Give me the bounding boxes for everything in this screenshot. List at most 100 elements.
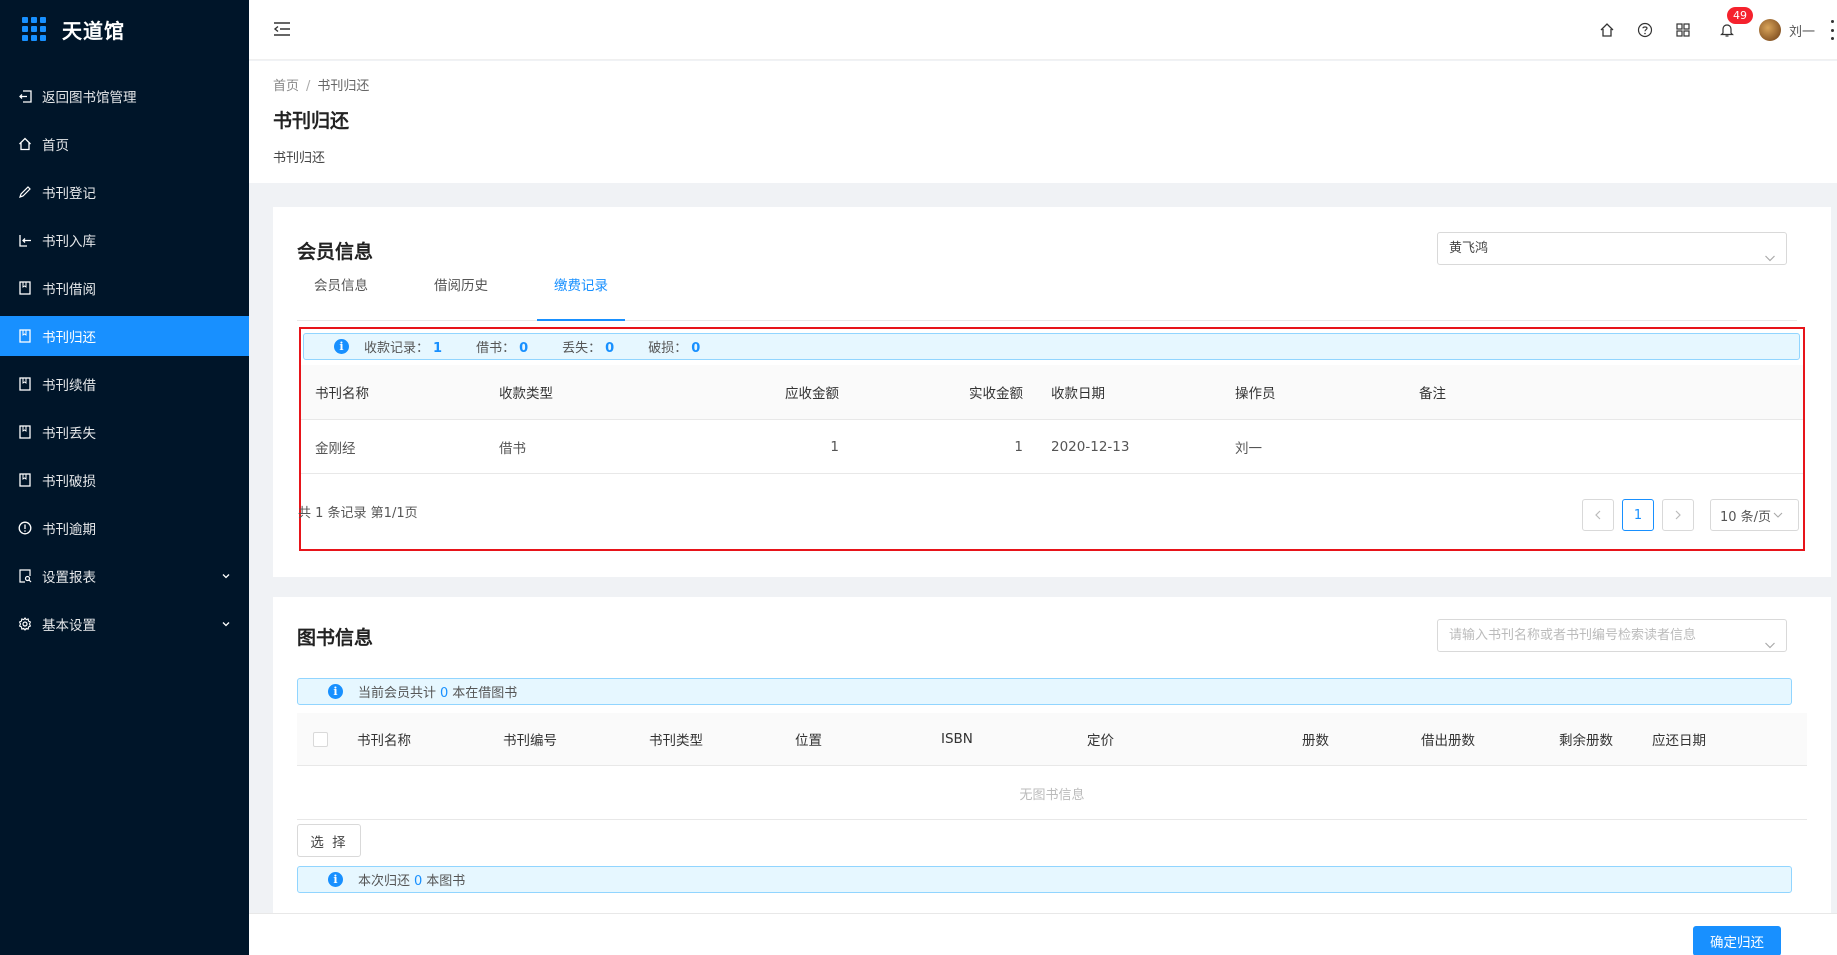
- empty-text: 无图书信息: [1019, 788, 1085, 803]
- sidebar-item-register[interactable]: 书刊登记: [0, 172, 249, 212]
- column-header: 借出册数: [1421, 733, 1475, 749]
- sidebar-item-label: 设置报表: [42, 570, 96, 586]
- breadcrumb-current: 书刊归还: [317, 79, 370, 94]
- sidebar-item-home[interactable]: 首页: [0, 124, 249, 164]
- column-header: ISBN: [941, 731, 973, 747]
- confirm-return-button[interactable]: 确定归还: [1693, 926, 1781, 955]
- gear-icon: [18, 617, 32, 631]
- member-tabs: 会员信息 借阅历史 缴费记录: [297, 273, 1797, 321]
- column-header: 书刊名称: [357, 733, 411, 749]
- cell-amount-due: 1: [830, 438, 839, 455]
- chevron-down-icon: [221, 569, 231, 585]
- chevron-left-icon: [1595, 510, 1601, 520]
- book-icon: [18, 329, 32, 343]
- column-header: 应还日期: [1652, 733, 1706, 749]
- book-search-select[interactable]: 请输入书刊名称或者书刊编号检索读者信息: [1437, 619, 1787, 652]
- column-header: 书刊类型: [649, 733, 703, 749]
- member-select[interactable]: 黄飞鸿: [1437, 232, 1787, 265]
- footer-bar: 确定归还: [249, 913, 1837, 955]
- username[interactable]: 刘一: [1789, 21, 1815, 40]
- summary-lost: 丢失： 0: [562, 341, 615, 356]
- sidebar-item-label: 书刊丢失: [42, 426, 96, 442]
- column-header: 定价: [1087, 733, 1114, 749]
- notification-bell[interactable]: 49: [1717, 7, 1753, 40]
- table-row[interactable]: 金刚经 借书 1 1 2020-12-13 刘一: [301, 420, 1803, 474]
- help-icon[interactable]: [1635, 20, 1655, 40]
- book-table-header: 书刊名称 书刊编号 书刊类型 位置 ISBN 定价 册数 借出册数 剩余册数 应…: [297, 713, 1807, 766]
- page-subtitle: 书刊归还: [273, 151, 326, 166]
- cell-payment-date: 2020-12-13: [1051, 438, 1130, 455]
- book-search-placeholder: 请输入书刊名称或者书刊编号检索读者信息: [1449, 628, 1697, 643]
- tab-borrow-history[interactable]: 借阅历史: [417, 273, 505, 321]
- column-header: 书刊名称: [315, 386, 369, 402]
- column-header: 剩余册数: [1559, 733, 1613, 749]
- report-icon: [18, 569, 32, 583]
- sidebar-item-label: 书刊归还: [42, 330, 96, 346]
- sidebar: 天道馆 返回图书馆管理 首页 书刊登记 书刊入库 书刊借阅 书刊归还 书刊续借 …: [0, 0, 249, 955]
- page-header: 首页 / 书刊归还 书刊归还 书刊归还: [249, 61, 1837, 183]
- sidebar-item-return[interactable]: 书刊归还: [0, 316, 249, 356]
- column-header: 书刊编号: [503, 733, 557, 749]
- book-card-title: 图书信息: [297, 627, 374, 649]
- header-actions: 49 刘一: [1579, 0, 1837, 60]
- summary-records: 收款记录： 1: [364, 341, 443, 356]
- sidebar-item-label: 首页: [42, 138, 69, 154]
- empty-row: 无图书信息: [297, 766, 1807, 820]
- book-info-card: 图书信息 请输入书刊名称或者书刊编号检索读者信息 i 当前会员共计 0 本在借图书 …: [273, 597, 1831, 915]
- sidebar-item-borrow[interactable]: 书刊借阅: [0, 268, 249, 308]
- sidebar-item-renew[interactable]: 书刊续借: [0, 364, 249, 404]
- prev-page-button[interactable]: [1582, 499, 1614, 531]
- chevron-down-icon: [1773, 512, 1783, 518]
- edit-icon: [18, 185, 32, 199]
- column-header: 收款日期: [1051, 386, 1105, 402]
- column-header: 操作员: [1235, 386, 1276, 402]
- app-grid-icon: [22, 17, 46, 41]
- breadcrumb-home[interactable]: 首页: [273, 79, 299, 94]
- menu-fold-icon[interactable]: [273, 20, 291, 42]
- tab-payment-records[interactable]: 缴费记录: [537, 273, 625, 321]
- borrowed-count-bar: i 当前会员共计 0 本在借图书: [297, 678, 1792, 705]
- sidebar-item-overdue[interactable]: 书刊逾期: [0, 508, 249, 548]
- top-header: 49 刘一: [249, 0, 1837, 60]
- warning-icon: [18, 521, 32, 535]
- avatar[interactable]: [1758, 19, 1781, 41]
- sidebar-item-stock-in[interactable]: 书刊入库: [0, 220, 249, 260]
- logo[interactable]: 天道馆: [0, 0, 249, 58]
- sidebar-item-label: 书刊破损: [42, 474, 96, 490]
- next-page-button[interactable]: [1662, 499, 1694, 531]
- column-header: 实收金额: [969, 386, 1023, 402]
- member-info-card: 会员信息 黄飞鸿 会员信息 借阅历史 缴费记录 i 收款记录： 1 借书： 0 丢失…: [273, 207, 1831, 577]
- select-all-checkbox[interactable]: [313, 713, 328, 765]
- page-size-select[interactable]: 10 条/页: [1710, 499, 1799, 531]
- return-count-bar: i 本次归还 0 本图书: [297, 866, 1792, 893]
- breadcrumb-separator: /: [306, 79, 311, 94]
- book-icon: [18, 473, 32, 487]
- apps-icon[interactable]: [1673, 20, 1693, 40]
- sidebar-item-label: 基本设置: [42, 618, 96, 634]
- sidebar-item-damaged[interactable]: 书刊破损: [0, 460, 249, 500]
- sidebar-item-settings[interactable]: 基本设置: [0, 604, 249, 644]
- tab-member-info[interactable]: 会员信息: [297, 273, 385, 321]
- cell-operator: 刘一: [1235, 440, 1262, 457]
- borrowed-count-text: 当前会员共计 0 本在借图书: [358, 686, 518, 701]
- sidebar-item-reports[interactable]: 设置报表: [0, 556, 249, 596]
- notification-badge: 49: [1726, 7, 1753, 24]
- column-header: 应收金额: [785, 386, 839, 402]
- page-button-current[interactable]: 1: [1622, 499, 1654, 531]
- sidebar-item-label: 返回图书馆管理: [42, 90, 137, 106]
- book-icon: [18, 281, 32, 295]
- chevron-down-icon: [1764, 631, 1776, 662]
- sidebar-item-label: 书刊借阅: [42, 282, 96, 298]
- summary-borrow: 借书： 0: [476, 341, 529, 356]
- info-icon: i: [328, 684, 343, 699]
- select-book-button[interactable]: 选 择: [297, 824, 361, 857]
- book-icon: [18, 377, 32, 391]
- summary-damaged: 破损： 0: [648, 341, 701, 356]
- sidebar-item-lost[interactable]: 书刊丢失: [0, 412, 249, 452]
- bell-icon: [1720, 24, 1734, 37]
- home-icon[interactable]: [1597, 20, 1617, 40]
- sidebar-item-return-library[interactable]: 返回图书馆管理: [0, 76, 249, 116]
- more-icon[interactable]: [1831, 20, 1837, 40]
- sidebar-item-label: 书刊续借: [42, 378, 96, 394]
- payment-summary-bar: i 收款记录： 1 借书： 0 丢失： 0 破损： 0: [303, 333, 1800, 360]
